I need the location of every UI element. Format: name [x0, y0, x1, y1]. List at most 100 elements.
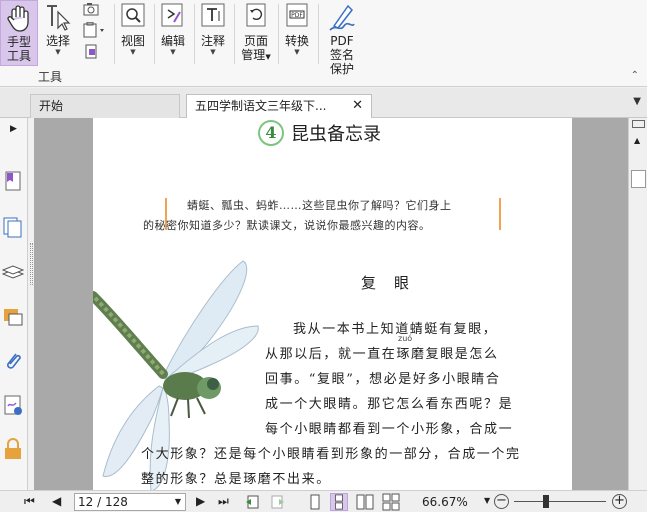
tools-group-label: 工具	[38, 70, 63, 84]
pdf-sign-label-1: PDF	[330, 34, 354, 48]
lock-icon[interactable]	[2, 438, 24, 460]
view-button[interactable]: 视图 ▼	[118, 2, 148, 56]
convert-icon: PDF	[286, 3, 308, 27]
ribbon-separator	[154, 4, 155, 64]
zoom-out-icon[interactable]: −	[494, 494, 509, 509]
close-icon[interactable]: ✕	[352, 95, 363, 117]
body-line: 成一个大眼睛。那它怎么看东西呢？是	[265, 397, 514, 412]
next-page-icon[interactable]: ▶	[196, 494, 205, 508]
hand-icon	[7, 5, 29, 32]
tab-home[interactable]: 开始	[30, 94, 180, 118]
paste-icon[interactable]	[83, 44, 101, 60]
prev-page-icon[interactable]: ◀	[52, 494, 61, 508]
pdf-sign-icon	[329, 4, 355, 31]
svg-text:PDF: PDF	[291, 12, 303, 19]
zoom-slider-thumb[interactable]	[543, 495, 549, 508]
annotate-icon	[201, 3, 225, 27]
select-button[interactable]: 选择 ▼	[42, 2, 74, 56]
body-line: 个大形象？还是每个小眼睛看到形象的一部分，合成一个完	[141, 447, 521, 462]
single-page-view-icon[interactable]	[306, 493, 324, 511]
edit-dropdown-icon[interactable]: ▼	[158, 48, 188, 56]
body-line: 我从一本书上知道蜻蜓有复眼，	[293, 322, 498, 337]
intro-line-2: 的秘密你知道多少？默读课文，说说你最感兴趣的内容。	[143, 219, 431, 232]
sidebar-resize-handle[interactable]	[30, 243, 33, 285]
edit-icon	[161, 3, 183, 27]
vertical-scrollbar[interactable]: ▲	[628, 118, 647, 490]
left-sidebar: ▶	[0, 118, 28, 490]
signature-panel-icon[interactable]	[2, 394, 24, 416]
pdf-page: 4 昆虫备忘录 蜻蜓、瓢虫、蚂蚱……这些昆虫你了解吗？它们身上 的秘密你知道多少…	[93, 118, 572, 490]
zoom-dropdown-icon[interactable]: ▼	[484, 496, 490, 505]
pdf-sign-button[interactable]: PDF 签名 保护	[322, 2, 362, 76]
body-line: 每个小眼睛都看到一个小形象，合成一	[265, 422, 514, 437]
tab-list-dropdown-icon[interactable]: ▼	[633, 96, 641, 107]
hand-tool-label-1: 手型	[6, 35, 31, 49]
tab-document[interactable]: 五四学制语文三年级下... ✕	[186, 94, 372, 118]
scrollbar-split-handle[interactable]	[632, 120, 645, 128]
annotate-dropdown-icon[interactable]: ▼	[198, 48, 228, 56]
view-icon	[121, 3, 145, 27]
edit-button[interactable]: 编辑 ▼	[158, 2, 188, 56]
small-tools-group	[80, 2, 108, 60]
zoom-in-icon[interactable]: +	[612, 494, 627, 509]
select-label: 选择	[45, 34, 70, 48]
tab-bar: 开始 五四学制语文三年级下... ✕ ▼	[0, 88, 647, 118]
document-viewport[interactable]: 4 昆虫备忘录 蜻蜓、瓢虫、蚂蚱……这些昆虫你了解吗？它们身上 的秘密你知道多少…	[34, 118, 628, 490]
first-page-icon[interactable]: ⏮	[24, 494, 35, 509]
section-title: 复眼	[361, 274, 428, 292]
annotate-label: 注释	[200, 34, 225, 48]
hand-tool-button[interactable]: 手型 工具	[0, 0, 38, 66]
hand-tool-label-2: 工具	[6, 49, 31, 63]
facing-view-icon[interactable]	[356, 493, 374, 511]
body-line: 整的形象？总是琢磨不出来。	[141, 472, 331, 487]
zoom-slider-track[interactable]	[514, 501, 606, 502]
tab-home-label: 开始	[39, 99, 64, 113]
body-line: 回事。“复眼”，想必是好多小眼睛合	[265, 372, 501, 387]
next-view-icon[interactable]	[268, 493, 286, 511]
ribbon-separator	[194, 4, 195, 64]
bookmark-icon[interactable]	[2, 170, 24, 192]
page-manage-label-2: 管理	[241, 48, 266, 62]
page-number-input[interactable]: 12 / 128 ▼	[74, 493, 186, 511]
convert-dropdown-icon[interactable]: ▼	[282, 48, 312, 56]
lesson-number: 4	[258, 120, 284, 146]
body-line: 从那以后，就一直在琢磨复眼是怎么	[265, 347, 499, 362]
page-dropdown-icon[interactable]: ▼	[175, 494, 181, 510]
convert-label: 转换	[284, 34, 309, 48]
last-page-icon[interactable]: ⏭	[218, 494, 229, 509]
pdf-sign-label-2: 签名	[329, 48, 354, 62]
ribbon-separator	[114, 4, 115, 64]
page-number-value: 12 / 128	[78, 495, 128, 509]
select-icon	[47, 5, 71, 31]
ribbon-separator	[278, 4, 279, 64]
comments-icon[interactable]	[2, 306, 24, 328]
intro-text: 蜻蜓、瓢虫、蚂蚱……这些昆虫你了解吗？它们身上 的秘密你知道多少？默读课文，说说…	[143, 196, 505, 236]
continuous-view-icon[interactable]	[330, 493, 348, 511]
page-manage-icon	[246, 3, 266, 27]
ribbon-separator	[234, 4, 235, 64]
thumbnails-icon[interactable]	[2, 216, 24, 238]
continuous-facing-view-icon[interactable]	[382, 493, 400, 511]
zoom-level[interactable]: 66.67%	[422, 495, 468, 509]
scrollbar-thumb[interactable]	[631, 170, 646, 188]
convert-button[interactable]: PDF 转换 ▼	[282, 2, 312, 56]
scroll-up-icon[interactable]: ▲	[634, 136, 640, 145]
attachment-icon[interactable]	[2, 350, 24, 372]
page-manage-button[interactable]: 页面 管理▼	[238, 2, 274, 64]
edit-label: 编辑	[160, 34, 185, 48]
camera-icon[interactable]	[83, 2, 101, 16]
tab-document-label: 五四学制语文三年级下...	[195, 99, 327, 113]
sidebar-expand-icon[interactable]: ▶	[10, 124, 17, 134]
ribbon-toolbar: 手型 工具 选择 ▼ 视图 ▼ 编辑 ▼ 注释 ▼ 页面 管理▼ PDF 转换 …	[0, 0, 647, 87]
select-dropdown-icon[interactable]: ▼	[42, 48, 74, 56]
layers-icon[interactable]	[2, 260, 24, 282]
view-dropdown-icon[interactable]: ▼	[118, 48, 148, 56]
intro-line-1: 蜻蜓、瓢虫、蚂蚱……这些昆虫你了解吗？它们身上	[187, 199, 452, 212]
lesson-title: 昆虫备忘录	[291, 124, 381, 145]
annotate-button[interactable]: 注释 ▼	[198, 2, 228, 56]
clipboard-icon[interactable]	[82, 22, 106, 38]
pdf-sign-label-3: 保护	[329, 62, 354, 76]
previous-view-icon[interactable]	[244, 493, 262, 511]
status-bar: ⏮ ◀ 12 / 128 ▼ ▶ ⏭ 66.67% ▼ − +	[0, 490, 647, 512]
ribbon-collapse-icon[interactable]: ⌃	[631, 70, 639, 81]
